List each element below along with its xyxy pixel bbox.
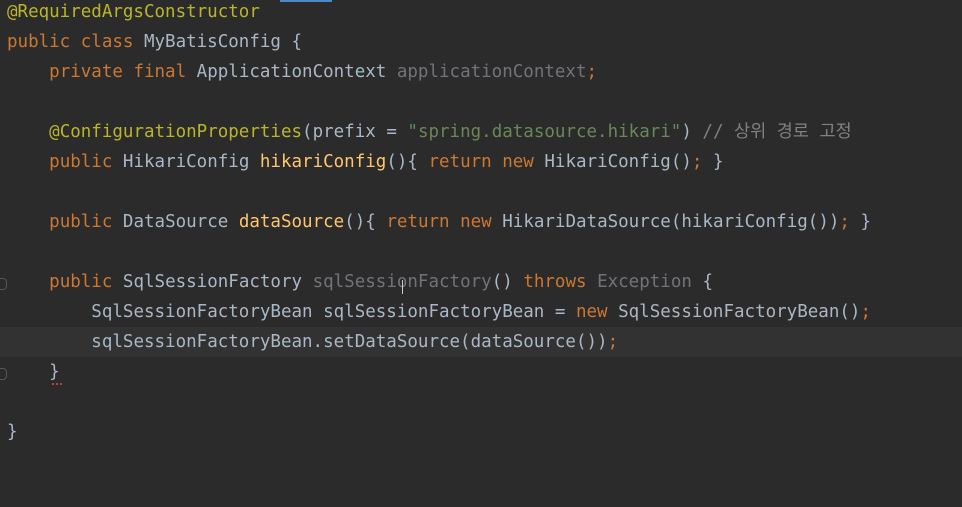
field-application-context: applicationContext (396, 62, 587, 82)
brace-close: } (702, 152, 724, 172)
warning-squiggle (52, 383, 64, 385)
keyword-public: public (49, 212, 123, 232)
code-line-11[interactable]: SqlSessionFactoryBean sqlSessionFactoryB… (0, 297, 962, 327)
semicolon: ; (839, 212, 850, 232)
code-line-8[interactable]: public DataSource dataSource(){ return n… (0, 207, 962, 237)
paren-close: ) (681, 122, 703, 142)
type-sql-session-factory: SqlSessionFactory (122, 272, 313, 292)
semicolon: ; (607, 332, 619, 352)
code-editor[interactable]: @RequiredArgsConstructor public class My… (0, 0, 962, 451)
keyword-public: public (49, 272, 123, 292)
brace-open: { (280, 32, 303, 52)
method-hikari-config: hikariConfig (259, 152, 387, 172)
code-line-1[interactable]: @RequiredArgsConstructor (0, 0, 962, 27)
statement: SqlSessionFactoryBean sqlSessionFactoryB… (91, 302, 576, 322)
method-data-source: dataSource (238, 212, 345, 232)
string-prefix-value: "spring.datasource.hikari" (407, 122, 682, 142)
keyword-return-new: return new (428, 152, 545, 172)
constructor-call: SqlSessionFactoryBean() (618, 302, 861, 322)
constructor-call: HikariConfig() (544, 152, 692, 172)
type-hikari-config: HikariConfig (122, 152, 260, 172)
type-data-source: DataSource (122, 212, 239, 232)
code-line-12-current[interactable]: sqlSessionFactoryBean.setDataSource(data… (0, 327, 962, 357)
keyword-public: public (49, 152, 123, 172)
comment: // 상위 경로 고정 (702, 122, 852, 142)
brace-close: } (7, 422, 18, 442)
code-line-10[interactable]: public SqlSessionFactory sqlSessionFacto… (0, 267, 962, 297)
code-line-15[interactable]: } (0, 417, 962, 447)
brace-close: } (49, 362, 60, 382)
paren: () (491, 272, 524, 292)
keyword-return-new: return new (386, 212, 503, 232)
keyword-private-final: private final (49, 62, 197, 82)
paren: (){ (344, 212, 387, 232)
brace-close: } (849, 212, 872, 232)
keyword-public-class: public class (7, 32, 144, 52)
semicolon: ; (860, 302, 871, 322)
paren-open: ( (302, 122, 313, 142)
brace-open: { (691, 272, 713, 292)
code-line-2[interactable]: public class MyBatisConfig { (0, 27, 962, 57)
code-line-6[interactable]: public HikariConfig hikariConfig(){ retu… (0, 147, 962, 177)
statement: sqlSessionFactoryBean.setDataSource(data… (91, 332, 608, 352)
paren: (){ (386, 152, 429, 172)
annotation-required-args-constructor: @RequiredArgsConstructor (7, 2, 260, 22)
code-line-5[interactable]: @ConfigurationProperties(prefix = "sprin… (0, 117, 962, 147)
semicolon: ; (691, 152, 703, 172)
code-line-13[interactable]: } (0, 357, 962, 387)
class-name: MyBatisConfig (143, 32, 281, 52)
code-line-3[interactable]: private final ApplicationContext applica… (0, 57, 962, 87)
mouse-ibeam-cursor (402, 280, 403, 294)
annotation-configuration-properties: @ConfigurationProperties (49, 122, 303, 142)
constructor-call: HikariDataSource(hikariConfig()) (502, 212, 840, 232)
keyword-throws: throws (523, 272, 598, 292)
semicolon: ; (586, 62, 598, 82)
param-prefix: prefix (312, 122, 376, 142)
equals: = (375, 122, 408, 142)
keyword-new: new (575, 302, 619, 322)
type-exception: Exception (597, 272, 692, 292)
type-application-context: ApplicationContext (196, 62, 397, 82)
